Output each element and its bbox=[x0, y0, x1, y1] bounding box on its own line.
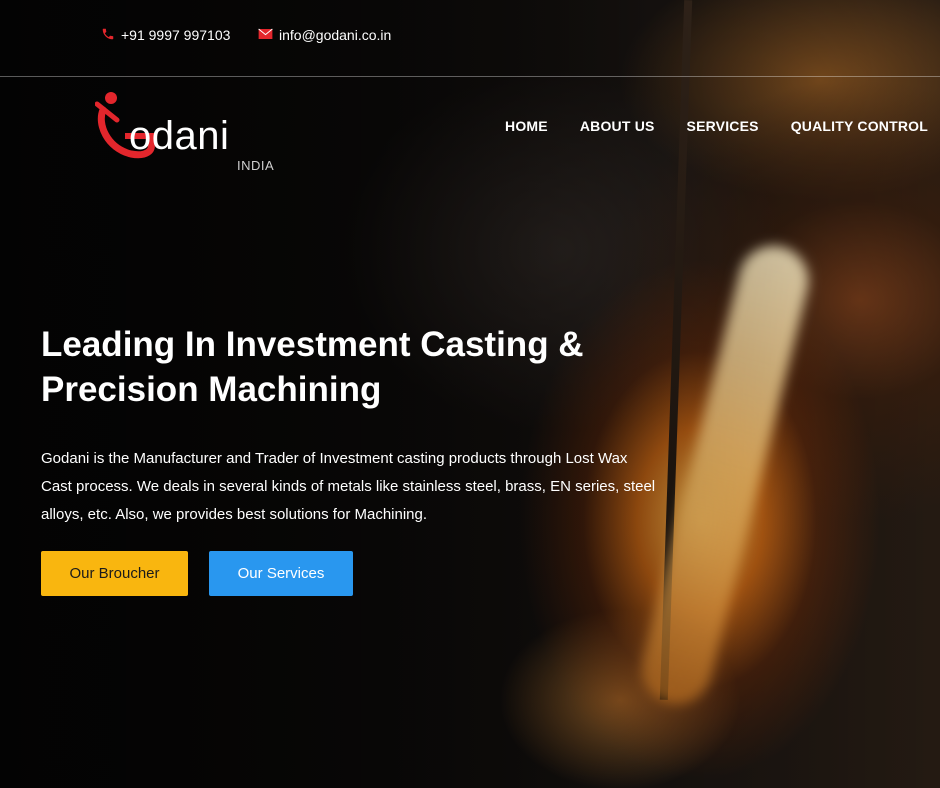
nav-services[interactable]: SERVICES bbox=[687, 118, 759, 134]
logo-subtitle: INDIA bbox=[237, 158, 275, 173]
hero-headline-line-1: Leading In Investment Casting & bbox=[41, 325, 584, 364]
brochure-button[interactable]: Our Broucher bbox=[41, 551, 188, 596]
nav-home[interactable]: HOME bbox=[505, 118, 548, 134]
logo-wordmark: odani bbox=[129, 114, 230, 158]
email-contact[interactable]: info@godani.co.in bbox=[258, 25, 391, 45]
envelope-icon bbox=[258, 27, 273, 43]
phone-icon bbox=[101, 27, 115, 44]
nav-quality-control[interactable]: QUALITY CONTROL bbox=[791, 118, 928, 134]
phone-contact[interactable]: +91 9997 997103 bbox=[101, 25, 230, 45]
nav-about-us[interactable]: ABOUT US bbox=[580, 118, 655, 134]
services-button[interactable]: Our Services bbox=[209, 551, 353, 596]
main-navigation: HOME ABOUT US SERVICES QUALITY CONTROL bbox=[505, 118, 928, 134]
phone-number: +91 9997 997103 bbox=[121, 27, 231, 43]
godani-logo[interactable]: odani INDIA bbox=[95, 90, 285, 180]
top-contact-bar: +91 9997 997103 info@godani.co.in bbox=[0, 0, 940, 77]
hero-headline: Leading In Investment Casting & Precisio… bbox=[41, 322, 641, 412]
email-address: info@godani.co.in bbox=[279, 27, 392, 43]
hero-intro-text: Godani is the Manufacturer and Trader of… bbox=[41, 450, 656, 523]
hero-headline-line-2: Precision Machining bbox=[41, 370, 382, 409]
